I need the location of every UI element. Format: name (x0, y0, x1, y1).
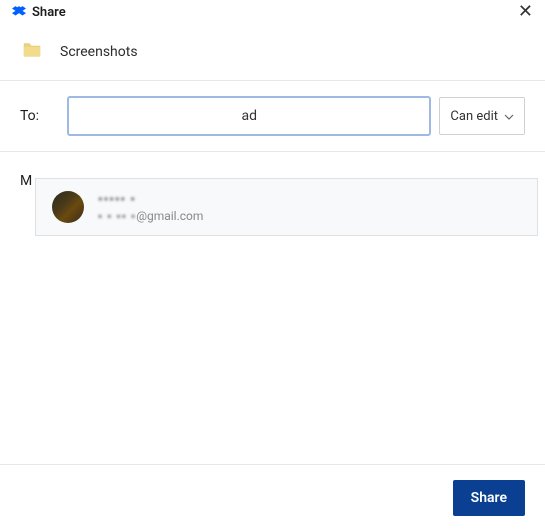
suggestion-email-suffix: @gmail.com (136, 209, 203, 223)
input-wrap: Can edit (67, 96, 525, 136)
to-section: To: Can edit (0, 81, 545, 152)
folder-section: Screenshots (0, 24, 545, 81)
message-label: M (20, 173, 32, 189)
suggestion-email-prefix: ▪ ▪ ▪▪ ▪ (98, 209, 136, 223)
contact-suggestion[interactable]: ▪▪▪▪▪ ▪ ▪ ▪ ▪▪ ▪@gmail.com (35, 178, 538, 236)
dropbox-icon (12, 5, 26, 19)
permission-label: Can edit (450, 109, 498, 124)
close-icon[interactable]: ✕ (518, 3, 533, 21)
chevron-down-icon (504, 109, 514, 124)
folder-icon (22, 42, 42, 62)
suggestion-name: ▪▪▪▪▪ ▪ (98, 191, 203, 207)
header-left: Share (12, 5, 66, 20)
folder-name: Screenshots (60, 44, 138, 60)
avatar (52, 191, 84, 223)
share-button[interactable]: Share (453, 480, 525, 516)
permission-dropdown[interactable]: Can edit (439, 97, 525, 135)
suggestion-email: ▪ ▪ ▪▪ ▪@gmail.com (98, 209, 203, 223)
dialog-header: Share ✕ (0, 0, 545, 24)
dialog-footer: Share (0, 464, 545, 531)
recipient-input[interactable] (67, 96, 431, 136)
dialog-title: Share (32, 5, 66, 20)
suggestion-text: ▪▪▪▪▪ ▪ ▪ ▪ ▪▪ ▪@gmail.com (98, 191, 203, 223)
to-label: To: (20, 108, 39, 124)
